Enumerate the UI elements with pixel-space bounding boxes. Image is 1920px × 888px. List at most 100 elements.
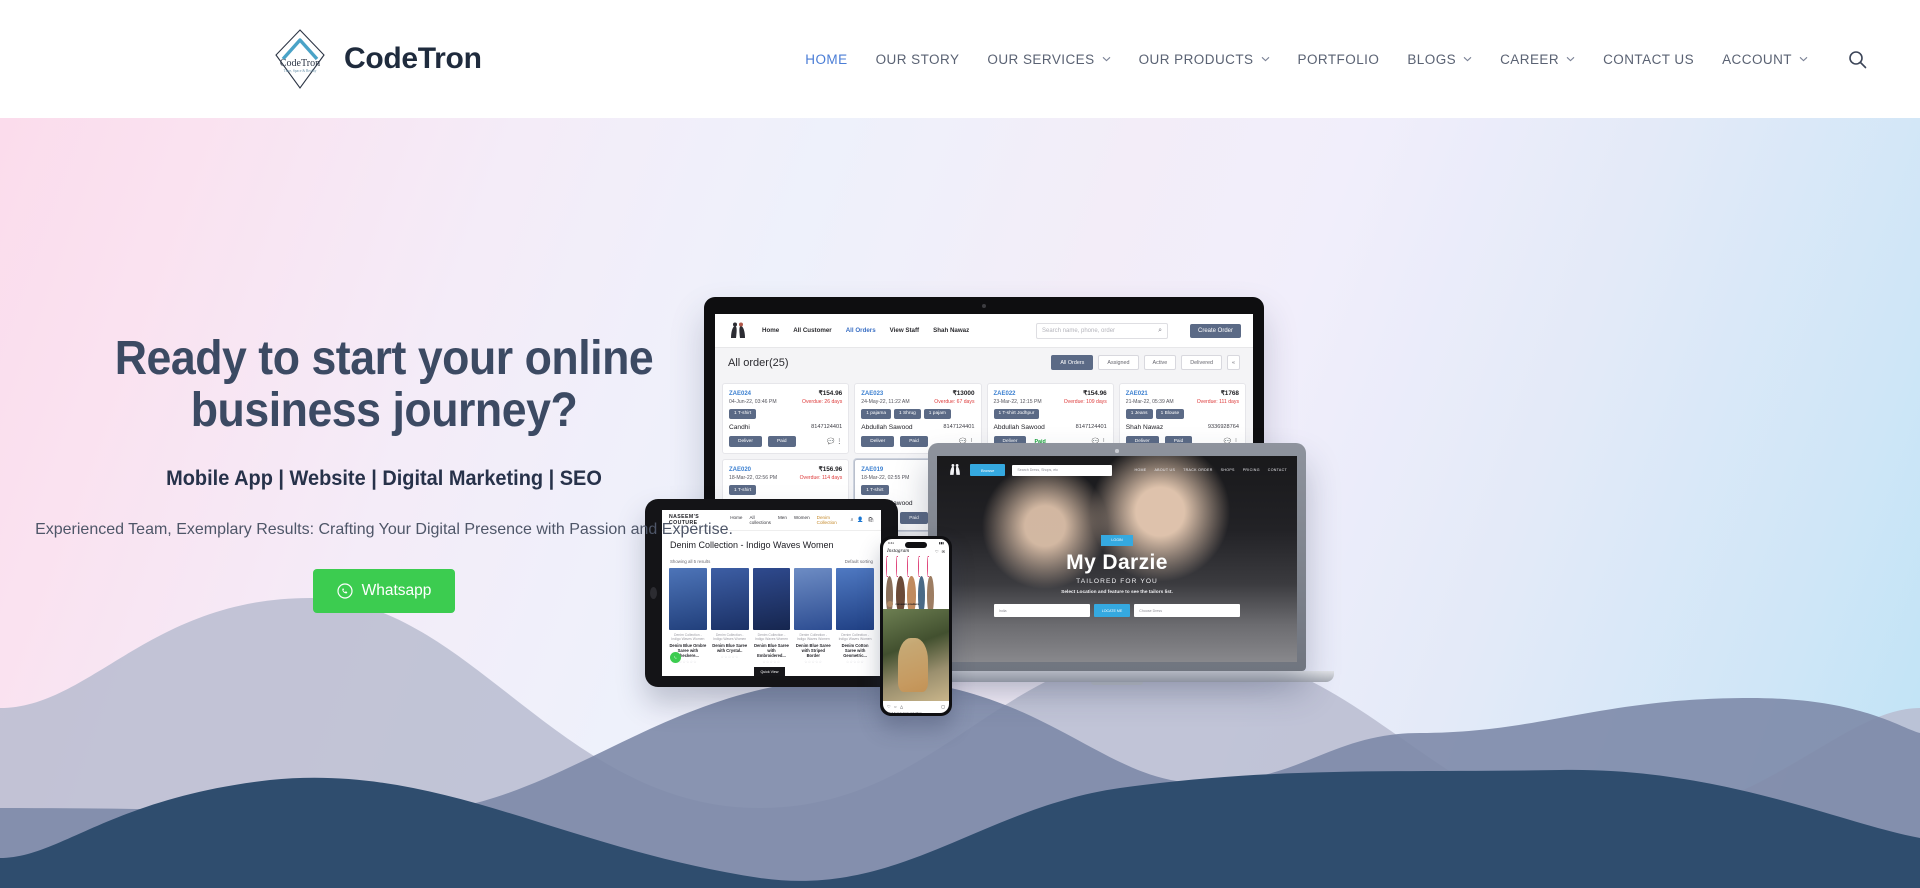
order-amount: ₹156.96	[818, 466, 843, 474]
mydarzie-search-input[interactable]: Search Dress, Shops, etc	[1012, 464, 1113, 476]
collapse-panel-button[interactable]: «	[1227, 355, 1240, 370]
laptop-base	[900, 671, 1334, 682]
dashboard-nav-view-staff[interactable]: View Staff	[890, 327, 919, 334]
order-actions[interactable]: 💬 ⋮	[827, 438, 842, 445]
mydarzie-nav-home[interactable]: HOME	[1134, 468, 1146, 472]
order-tag: 1 Blouse	[1155, 408, 1185, 419]
comment-icon[interactable]: ○	[894, 704, 896, 709]
story-item[interactable]: kiran_s	[886, 556, 894, 636]
status-time: 9:41	[888, 540, 895, 545]
chevron-down-icon	[1102, 56, 1111, 62]
user-account-icon[interactable]: 👤	[857, 517, 863, 523]
nav-item-blogs[interactable]: BLOGS	[1393, 52, 1486, 67]
messenger-icon[interactable]: ✉	[942, 549, 945, 554]
filter-chip-active[interactable]: Active	[1143, 355, 1177, 370]
avatar[interactable]	[887, 601, 893, 607]
heart-icon[interactable]: ♡	[935, 549, 939, 554]
phone-instagram-mockup: 9:41 ▮▮▮ Instagram ♡ ✉ kiran_s	[880, 536, 952, 716]
chevron-down-icon	[1799, 56, 1808, 62]
mydarzie-nav-shops[interactable]: SHOPS	[1221, 468, 1235, 472]
device-mockups: Home All Customer All Orders View Staff …	[645, 297, 1460, 728]
choose-dress-input[interactable]: Choose Dress	[1134, 604, 1241, 617]
dashboard-search-input[interactable]: Search name, phone, order ⌕	[1035, 322, 1168, 339]
locate-me-button[interactable]: LOCATE ME	[1093, 604, 1131, 617]
story-item[interactable]: sara.v	[927, 556, 934, 636]
paid-button[interactable]: Paid	[900, 435, 928, 448]
svg-text:CodeTron: CodeTron	[280, 58, 320, 69]
nav-item-portfolio[interactable]: PORTFOLIO	[1284, 52, 1394, 67]
store-nav-denim-collection[interactable]: Denim Collection	[817, 515, 843, 525]
nav-item-career[interactable]: CAREER	[1486, 52, 1589, 67]
story-item[interactable]: neha.rm	[907, 556, 916, 636]
instagram-screen: 9:41 ▮▮▮ Instagram ♡ ✉ kiran_s	[883, 539, 949, 713]
create-order-button[interactable]: Create Order	[1189, 323, 1241, 338]
share-icon[interactable]: △	[900, 704, 903, 709]
search-icon[interactable]	[1844, 46, 1870, 72]
hero-subhead: Mobile App | Website | Digital Marketing…	[166, 466, 602, 490]
laptop-base-notch	[1091, 682, 1143, 685]
phone-notch	[905, 541, 927, 548]
filter-chip-all-orders[interactable]: All Orders	[1051, 355, 1094, 370]
customer-name: Abdullah Sawood	[861, 423, 913, 431]
sort-select[interactable]: Default sorting	[845, 559, 873, 564]
product-name: Denim Cotton Saree with Geometric...	[841, 643, 869, 659]
brand-logo-link[interactable]: CodeTron Time, Space & Reality CodeTron	[272, 26, 482, 92]
svg-text:Time, Space & Reality: Time, Space & Reality	[284, 69, 317, 74]
mydarzie-nav-pricing[interactable]: PRICING	[1243, 468, 1260, 472]
product-image	[794, 568, 833, 630]
location-input[interactable]: India	[993, 604, 1090, 617]
nav-item-home[interactable]: HOME	[791, 52, 861, 67]
nav-label: HOME	[805, 51, 848, 67]
dashboard-nav-all-customer[interactable]: All Customer	[793, 327, 832, 334]
deliver-button[interactable]: Deliver	[861, 435, 895, 448]
instagram-stories-tray: kiran_s ankit.ray neha.rm arjun.k sara.v	[883, 556, 949, 636]
paid-button[interactable]: Paid	[767, 435, 796, 448]
order-amount: ₹1768	[1220, 390, 1239, 397]
mydarzie-nav-track-order[interactable]: TRACK ORDER	[1183, 468, 1212, 472]
order-overdue: Overdue: 109 days	[1063, 398, 1107, 405]
nav-label: PORTFOLIO	[1297, 51, 1380, 67]
browse-button[interactable]: Browse	[970, 464, 1006, 476]
product-rating: ☆☆☆☆☆	[720, 655, 739, 660]
mydarzie-nav-contact[interactable]: CONTACT	[1268, 468, 1287, 472]
store-nav-women[interactable]: Women	[794, 515, 810, 525]
order-overdue: Overdue: 26 days	[802, 398, 843, 405]
login-button[interactable]: LOGIN	[1101, 534, 1133, 546]
filter-chip-delivered[interactable]: Delivered	[1181, 355, 1222, 370]
order-tag: 1 Shrug	[893, 408, 921, 419]
nav-item-our-products[interactable]: OUR PRODUCTS	[1125, 52, 1284, 67]
dashboard-nav-user[interactable]: Shah Nawaz	[933, 327, 969, 334]
whatsapp-button[interactable]: Whatsapp	[312, 568, 456, 613]
product-card[interactable]: Denim Collection - Indigo Waves Women De…	[836, 568, 874, 664]
bookmark-icon[interactable]: ▢	[941, 704, 945, 709]
shopping-bag-icon[interactable]: 🛍	[868, 517, 874, 523]
dashboard-nav-all-orders[interactable]: All Orders	[846, 327, 876, 334]
product-name: Denim Blue Saree with Striped Border	[795, 643, 831, 659]
product-category: Denim Collection - Indigo Waves Women	[713, 633, 747, 642]
nav-item-our-services[interactable]: OUR SERVICES	[973, 52, 1124, 67]
post-username[interactable]: naseem.couture	[896, 602, 920, 606]
story-item[interactable]: ankit.ray	[895, 556, 905, 636]
search-icon[interactable]: ⌕	[1158, 327, 1162, 335]
filter-chip-assigned[interactable]: Assigned	[1098, 355, 1139, 370]
nav-item-contact-us[interactable]: CONTACT US	[1589, 52, 1708, 67]
site-header: CodeTron Time, Space & Reality CodeTron …	[0, 0, 1920, 118]
product-category: Denim Collection - Indigo Waves Women	[796, 633, 830, 642]
nav-item-our-story[interactable]: OUR STORY	[862, 52, 974, 67]
search-icon[interactable]: ⌕	[851, 517, 854, 523]
mydarzie-tagline: TAILORED FOR YOU	[1076, 578, 1158, 585]
story-item[interactable]: arjun.k	[918, 556, 925, 636]
nav-item-account[interactable]: ACCOUNT	[1708, 52, 1822, 67]
mydarzie-nav-about-us[interactable]: ABOUT US	[1154, 468, 1175, 472]
like-icon[interactable]: ♡	[887, 704, 891, 709]
main-navigation: HOME OUR STORY OUR SERVICES OUR PRODUCTS…	[791, 46, 1920, 72]
quick-view-button[interactable]: Quick View	[753, 667, 786, 676]
paid-button[interactable]: Paid	[900, 512, 928, 524]
status-icons: ▮▮▮	[938, 540, 944, 545]
order-date: 18-Mar-22, 02:55 PM	[861, 474, 910, 481]
customer-name: Abdullah Sawood	[993, 423, 1045, 431]
store-nav-men[interactable]: Men	[778, 515, 787, 525]
product-card[interactable]: Denim Collection - Indigo Waves Women De…	[794, 568, 833, 664]
mydarzie-topbar: Browse Search Dress, Shops, etc HOME ABO…	[937, 456, 1297, 484]
whatsapp-icon[interactable]	[670, 652, 681, 663]
